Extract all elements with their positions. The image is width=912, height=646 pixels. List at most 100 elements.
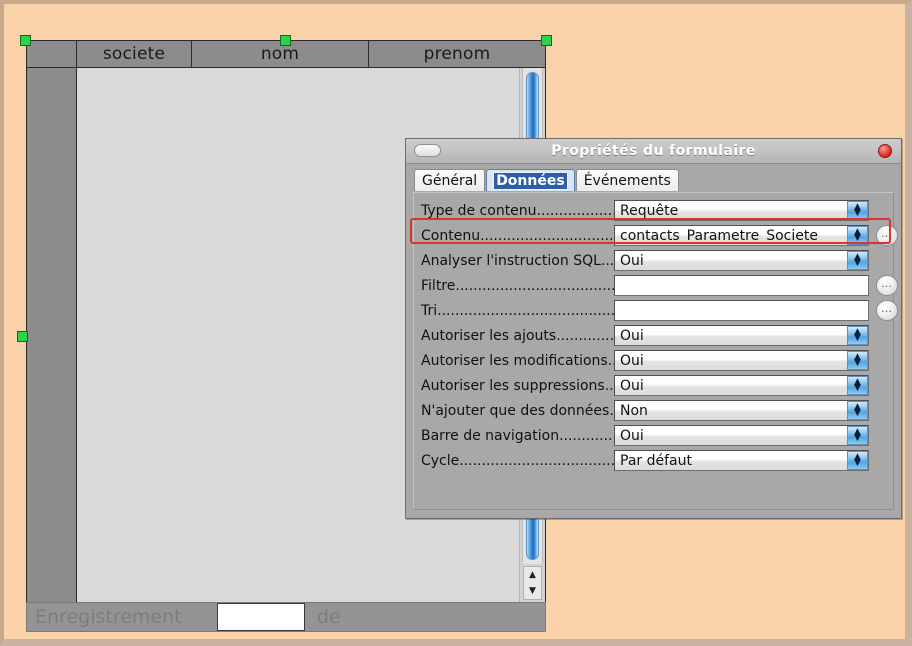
combo-type-de-contenu[interactable]: Requête [614, 200, 869, 221]
scroll-down-arrow-icon[interactable]: ▼ [524, 583, 541, 599]
data-tab-panel: Type de contenu.................... Requ… [413, 192, 898, 510]
combo-spinner-icon-cycle[interactable] [847, 451, 868, 470]
property-control-autoriser-modifications[interactable]: Oui [614, 350, 869, 371]
combo-spinner-icon-contenu[interactable] [847, 226, 868, 245]
tab-general-label: Général [422, 172, 478, 189]
property-label-barre-navigation: Barre de navigation............... [421, 427, 614, 444]
property-label-contenu: Contenu.................................… [421, 227, 614, 244]
combo-value-analyser-sql: Oui [620, 252, 644, 269]
text-input-filtre[interactable] [614, 275, 869, 296]
combo-spinner-icon-autoriser-modifications[interactable] [847, 351, 868, 370]
canvas-surface[interactable]: societe nom prenom ▲ ▼ Enregistrement de… [4, 4, 905, 639]
tab-donnees-label: Données [493, 171, 568, 190]
table-column-header-societe[interactable]: societe [77, 41, 192, 67]
combo-analyser-sql[interactable]: Oui [614, 250, 869, 271]
combo-contenu[interactable]: contacts_Parametre_Societe [614, 225, 869, 246]
combo-spinner-icon-autoriser-ajouts[interactable] [847, 326, 868, 345]
combo-autoriser-ajouts[interactable]: Oui [614, 325, 869, 346]
selection-handle-top-left[interactable] [20, 35, 31, 46]
record-number-input[interactable] [217, 603, 305, 631]
property-control-contenu[interactable]: contacts_Parametre_Societe … [614, 225, 898, 246]
combo-autoriser-suppressions[interactable]: Oui [614, 375, 869, 396]
property-control-najouter-que-donnees[interactable]: Non [614, 400, 869, 421]
combo-value-cycle: Par défaut [620, 452, 692, 469]
scroll-up-arrow-icon[interactable]: ▲ [524, 567, 541, 583]
tab-donnees[interactable]: Données [486, 169, 575, 191]
combo-spinner-icon-analyser-sql[interactable] [847, 251, 868, 270]
combo-spinner-icon-barre-navigation[interactable] [847, 426, 868, 445]
property-control-barre-navigation[interactable]: Oui [614, 425, 869, 446]
property-row-autoriser-modifications: Autoriser les modifications.... Oui [418, 348, 889, 373]
dialog-tabstrip[interactable]: Général Données Événements [406, 164, 901, 191]
text-input-tri[interactable] [614, 300, 869, 321]
property-control-analyser-sql[interactable]: Oui [614, 250, 869, 271]
selection-handle-middle-left[interactable] [17, 331, 28, 342]
combo-down-arrow-icon [854, 236, 861, 242]
combo-down-arrow-icon [854, 211, 861, 217]
property-row-najouter-que-donnees: N'ajouter que des données.... Non [418, 398, 889, 423]
selection-handle-top-right[interactable] [541, 35, 552, 46]
property-row-autoriser-ajouts: Autoriser les ajouts............... Oui [418, 323, 889, 348]
combo-down-arrow-icon [854, 386, 861, 392]
property-label-filtre: Filtre..................................… [421, 277, 614, 294]
combo-value-contenu: contacts_Parametre_Societe [620, 227, 818, 244]
form-designer-canvas: societe nom prenom ▲ ▼ Enregistrement de… [0, 0, 912, 646]
ellipsis-button-contenu[interactable]: … [876, 225, 898, 246]
combo-najouter-que-donnees[interactable]: Non [614, 400, 869, 421]
form-properties-dialog[interactable]: Propriétés du formulaire Général Données… [405, 138, 902, 519]
property-control-filtre[interactable]: … [614, 275, 898, 296]
property-label-type-de-contenu: Type de contenu.................... [421, 202, 614, 219]
combo-down-arrow-icon [854, 461, 861, 467]
combo-autoriser-modifications[interactable]: Oui [614, 350, 869, 371]
record-label: Enregistrement [35, 606, 182, 628]
combo-down-arrow-icon [854, 436, 861, 442]
record-of-label: de [317, 606, 341, 628]
combo-value-autoriser-ajouts: Oui [620, 327, 644, 344]
ellipsis-button-filtre[interactable]: … [876, 275, 898, 296]
table-column-header-prenom[interactable]: prenom [369, 41, 545, 67]
property-control-tri[interactable]: … [614, 300, 898, 321]
scrollbar-arrow-buttons[interactable]: ▲ ▼ [523, 566, 542, 600]
table-corner-header[interactable] [27, 41, 77, 67]
combo-spinner-icon-type-de-contenu[interactable] [847, 201, 868, 220]
property-row-contenu: Contenu.................................… [418, 223, 898, 248]
close-icon[interactable] [878, 144, 892, 158]
property-row-tri: Tri.....................................… [418, 298, 898, 323]
property-control-autoriser-suppressions[interactable]: Oui [614, 375, 869, 396]
minimize-pill-icon[interactable] [414, 144, 441, 157]
property-label-cycle: Cycle...................................… [421, 452, 614, 469]
record-navigation-bar[interactable]: Enregistrement de [26, 602, 546, 632]
combo-spinner-icon-najouter-que-donnees[interactable] [847, 401, 868, 420]
property-control-cycle[interactable]: Par défaut [614, 450, 869, 471]
tab-general[interactable]: Général [414, 169, 486, 191]
property-row-filtre: Filtre..................................… [418, 273, 898, 298]
combo-spinner-icon-autoriser-suppressions[interactable] [847, 376, 868, 395]
combo-value-barre-navigation: Oui [620, 427, 644, 444]
property-row-analyser-sql: Analyser l'instruction SQL...... Oui [418, 248, 889, 273]
combo-value-type-de-contenu: Requête [620, 202, 679, 219]
row-selector-column[interactable] [27, 68, 77, 602]
property-label-analyser-sql: Analyser l'instruction SQL...... [421, 252, 614, 269]
property-label-tri: Tri.....................................… [421, 302, 614, 319]
property-row-type-de-contenu: Type de contenu.................... Requ… [418, 198, 889, 223]
tab-evenements-label: Événements [583, 172, 671, 189]
property-label-autoriser-ajouts: Autoriser les ajouts............... [421, 327, 614, 344]
tab-evenements[interactable]: Événements [575, 169, 679, 191]
combo-cycle[interactable]: Par défaut [614, 450, 869, 471]
combo-down-arrow-icon [854, 336, 861, 342]
ellipsis-button-tri[interactable]: … [876, 300, 898, 321]
property-label-autoriser-suppressions: Autoriser les suppressions..... [421, 377, 614, 394]
dialog-title: Propriétés du formulaire [551, 143, 756, 159]
property-row-cycle: Cycle...................................… [418, 448, 889, 473]
selection-handle-top-center[interactable] [280, 35, 291, 46]
combo-down-arrow-icon [854, 361, 861, 367]
property-control-type-de-contenu[interactable]: Requête [614, 200, 869, 221]
combo-barre-navigation[interactable]: Oui [614, 425, 869, 446]
combo-down-arrow-icon [854, 261, 861, 267]
combo-down-arrow-icon [854, 411, 861, 417]
property-row-autoriser-suppressions: Autoriser les suppressions..... Oui [418, 373, 889, 398]
property-control-autoriser-ajouts[interactable]: Oui [614, 325, 869, 346]
combo-value-najouter-que-donnees: Non [620, 402, 648, 419]
combo-value-autoriser-suppressions: Oui [620, 377, 644, 394]
dialog-titlebar[interactable]: Propriétés du formulaire [406, 139, 901, 164]
